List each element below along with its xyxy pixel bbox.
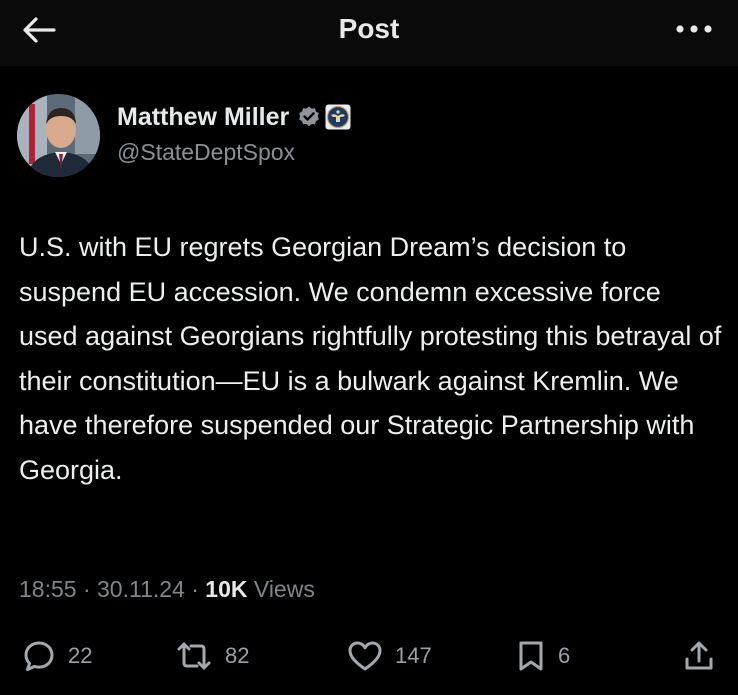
like-count: 147 bbox=[395, 643, 432, 668]
meta-separator: · bbox=[184, 576, 206, 602]
avatar[interactable] bbox=[17, 94, 100, 177]
views-count[interactable]: 10K bbox=[205, 576, 247, 602]
share-icon bbox=[685, 641, 713, 670]
author-handle[interactable]: @StateDeptSpox bbox=[117, 139, 295, 166]
author-name[interactable]: Matthew Miller bbox=[117, 103, 289, 132]
bookmark-count: 6 bbox=[558, 643, 571, 668]
verified-badge-icon bbox=[299, 106, 320, 127]
like-button[interactable]: 147 bbox=[347, 636, 432, 676]
top-bar: Post bbox=[0, 0, 738, 66]
reply-button[interactable]: 22 bbox=[22, 636, 92, 676]
state-department-seal-icon bbox=[325, 104, 351, 130]
avatar-image bbox=[17, 94, 100, 177]
more-button[interactable] bbox=[672, 16, 716, 42]
repost-icon bbox=[177, 642, 211, 670]
reply-count: 22 bbox=[68, 643, 93, 668]
page-title: Post bbox=[338, 13, 400, 44]
author-name-row: Matthew Miller bbox=[117, 100, 351, 134]
more-dots-icon bbox=[676, 25, 712, 33]
bookmark-button[interactable]: 6 bbox=[516, 636, 570, 676]
post-date: 30.11.24 bbox=[97, 576, 185, 602]
repost-count: 82 bbox=[225, 643, 250, 668]
post-text: U.S. with EU regrets Georgian Dream’s de… bbox=[19, 232, 722, 485]
repost-button[interactable]: 82 bbox=[175, 636, 249, 676]
heart-icon bbox=[348, 641, 382, 671]
post-meta: 18:55 · 30.11.24 · 10K Views bbox=[19, 576, 315, 603]
post-time: 18:55 bbox=[19, 576, 77, 602]
reply-icon bbox=[24, 641, 54, 671]
views-label: Views bbox=[247, 576, 315, 602]
meta-separator: · bbox=[76, 576, 98, 602]
bookmark-icon bbox=[519, 641, 543, 671]
share-button[interactable] bbox=[682, 636, 716, 676]
